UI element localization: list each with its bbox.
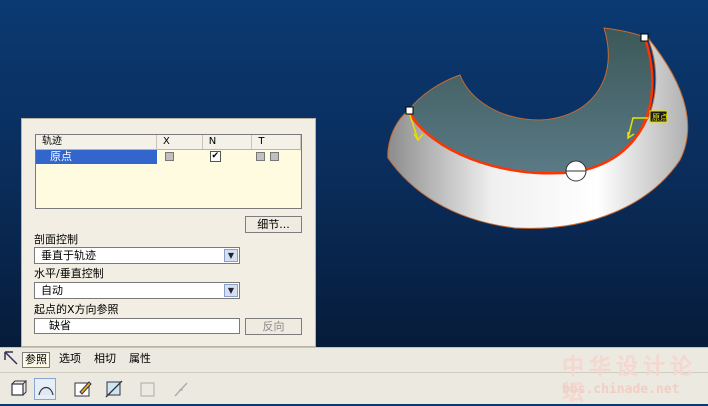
trajectory-table: 轨迹 X N T 原点 ✔: [35, 134, 302, 209]
chevron-down-icon[interactable]: ▼: [224, 284, 238, 297]
start-handle[interactable]: [405, 106, 414, 115]
remove-material-icon[interactable]: [103, 378, 125, 400]
section-control-value: 垂直于轨迹: [41, 249, 96, 262]
col-t: T: [252, 135, 301, 149]
sketch-icon[interactable]: [72, 378, 94, 400]
col-n: N: [203, 135, 253, 149]
section-control-label: 剖面控制: [34, 233, 78, 246]
details-button[interactable]: 细节...: [245, 216, 302, 233]
t-checkbox[interactable]: [252, 150, 301, 164]
tab-properties[interactable]: 属性: [127, 352, 153, 366]
horiz-vert-control-select[interactable]: 自动 ▼: [34, 282, 240, 299]
horiz-vert-control-value: 自动: [41, 284, 63, 297]
pointer-icon[interactable]: [2, 350, 20, 368]
trajectory-name[interactable]: 原点: [36, 150, 158, 164]
references-panel: 轨迹 X N T 原点 ✔ 细节... 剖面控制 垂直于轨迹 ▼ 水平/垂直控制…: [21, 118, 316, 347]
flip-button[interactable]: 反向: [245, 318, 302, 335]
table-row[interactable]: 原点 ✔: [36, 150, 301, 164]
tab-references[interactable]: 参照: [22, 352, 50, 368]
section-control-select[interactable]: 垂直于轨迹 ▼: [34, 247, 240, 264]
x-direction-ref-field[interactable]: 缺省: [34, 318, 240, 334]
table-header: 轨迹 X N T: [36, 135, 301, 150]
watermark: 中华设计论坛 bbs.chinade.net: [560, 352, 705, 406]
horiz-vert-control-label: 水平/垂直控制: [34, 267, 104, 280]
n-checkbox[interactable]: ✔: [203, 150, 253, 164]
x-direction-ref-label: 起点的X方向参照: [34, 303, 119, 316]
trajectory-icon[interactable]: [170, 378, 192, 400]
watermark-url: bbs.chinade.net: [562, 382, 680, 397]
thicken-icon[interactable]: [137, 378, 159, 400]
x-checkbox[interactable]: [157, 150, 203, 164]
origin-tag-label: 原点: [652, 113, 668, 122]
col-x: X: [157, 135, 203, 149]
tab-tangency[interactable]: 相切: [92, 352, 118, 366]
watermark-title: 中华设计论坛: [562, 354, 698, 406]
chevron-down-icon[interactable]: ▼: [224, 249, 238, 262]
end-handle[interactable]: [640, 33, 649, 42]
solid-icon[interactable]: [7, 378, 29, 400]
col-trajectory: 轨迹: [36, 135, 158, 149]
surface-icon[interactable]: [34, 378, 56, 400]
tab-options[interactable]: 选项: [57, 352, 83, 366]
